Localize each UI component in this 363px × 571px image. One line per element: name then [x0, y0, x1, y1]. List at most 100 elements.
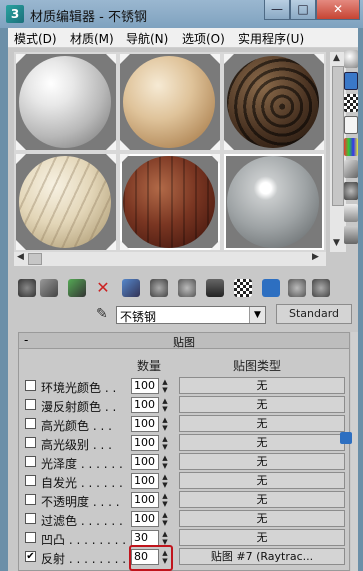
scroll-right-icon[interactable]: ▶	[312, 252, 319, 262]
chevron-down-icon[interactable]: ▼	[249, 307, 265, 323]
rollout-header[interactable]: - 贴图	[19, 333, 349, 349]
slot-corner	[210, 154, 220, 164]
map-enable-checkbox[interactable]	[25, 380, 36, 391]
map-enable-checkbox[interactable]	[25, 418, 36, 429]
map-row: 高光级别 . . . 100 ▲ ▼ 无	[19, 434, 349, 452]
make-unique-icon[interactable]	[150, 279, 168, 297]
slot-corner	[16, 140, 26, 150]
map-enable-checkbox[interactable]	[25, 475, 36, 486]
put-to-library-icon[interactable]	[178, 279, 196, 297]
spinner-icon[interactable]: ▲ ▼	[160, 435, 170, 451]
map-enable-checkbox[interactable]	[25, 494, 36, 505]
minimize-button[interactable]: —	[264, 0, 290, 20]
map-button[interactable]: 无	[179, 396, 345, 413]
spinner-icon[interactable]: ▲ ▼	[160, 416, 170, 432]
menu-utilities[interactable]: 实用程序(U)	[238, 30, 304, 47]
lock-icon[interactable]	[340, 432, 352, 444]
map-button[interactable]: 无	[179, 491, 345, 508]
options-icon[interactable]	[344, 182, 358, 200]
assign-material-icon[interactable]	[68, 279, 86, 297]
video-color-check-icon[interactable]	[344, 138, 358, 156]
map-enable-checkbox[interactable]	[25, 532, 36, 543]
map-row: 漫反射颜色 . . 100 ▲ ▼ 无	[19, 396, 349, 414]
horizontal-scrollbar[interactable]: ◀ ▶	[14, 252, 326, 266]
sample-slot-5[interactable]	[120, 154, 220, 250]
map-button[interactable]: 贴图 #7 (Raytrac...	[179, 548, 345, 565]
show-map-in-viewport-icon[interactable]	[234, 279, 252, 297]
menu-material[interactable]: 材质(M)	[70, 30, 114, 47]
amount-field[interactable]: 100	[131, 397, 159, 413]
spinner-icon[interactable]: ▲ ▼	[160, 530, 170, 546]
reset-map-icon[interactable]: ✕	[94, 279, 112, 297]
sample-slot-6[interactable]	[224, 154, 324, 250]
select-by-material-icon[interactable]	[344, 204, 358, 222]
menu-navigation[interactable]: 导航(N)	[126, 30, 168, 47]
spinner-icon[interactable]: ▲ ▼	[160, 378, 170, 394]
slot-corner	[120, 140, 130, 150]
map-button[interactable]: 无	[179, 472, 345, 489]
map-button[interactable]: 无	[179, 510, 345, 527]
amount-field[interactable]: 100	[131, 416, 159, 432]
go-forward-to-sibling-icon[interactable]	[312, 279, 330, 297]
copy-material-icon[interactable]	[122, 279, 140, 297]
backlight-icon[interactable]	[344, 72, 358, 90]
spinner-icon[interactable]: ▲ ▼	[160, 492, 170, 508]
material-name: 不锈钢	[120, 310, 157, 324]
scroll-thumb[interactable]	[332, 66, 344, 206]
sample-slot-2[interactable]	[120, 54, 220, 150]
map-button[interactable]: 无	[179, 529, 345, 546]
amount-field[interactable]: 100	[131, 492, 159, 508]
material-sphere	[123, 156, 215, 248]
sample-slot-4[interactable]	[16, 154, 116, 250]
close-button[interactable]: ✕	[316, 0, 360, 20]
material-sphere	[19, 156, 111, 248]
show-end-result-icon[interactable]	[262, 279, 280, 297]
amount-field[interactable]: 100	[131, 473, 159, 489]
scroll-left-icon[interactable]: ◀	[17, 252, 24, 262]
spinner-icon[interactable]: ▲ ▼	[160, 473, 170, 489]
background-icon[interactable]	[344, 94, 358, 112]
amount-field[interactable]: 100	[131, 454, 159, 470]
map-button[interactable]: 无	[179, 453, 345, 470]
amount-field[interactable]: 100	[131, 378, 159, 394]
map-enable-checkbox[interactable]	[25, 456, 36, 467]
rollout-scroll-strip[interactable]	[351, 332, 358, 571]
amount-field[interactable]: 30	[131, 530, 159, 546]
uv-tiling-icon[interactable]	[344, 116, 358, 134]
scroll-down-icon[interactable]: ▼	[333, 238, 340, 248]
eyedropper-icon[interactable]: ✎	[96, 306, 114, 324]
map-enable-checkbox[interactable]	[25, 437, 36, 448]
map-enable-checkbox[interactable]: ✔	[25, 551, 36, 562]
get-material-icon[interactable]	[18, 279, 36, 297]
amount-column-header: 数量	[137, 359, 162, 373]
sample-slots: ▲ ▼	[14, 52, 346, 252]
scroll-up-icon[interactable]: ▲	[333, 53, 340, 63]
material-navigator-icon[interactable]	[344, 226, 358, 244]
slot-corner	[106, 240, 116, 250]
sample-slot-3[interactable]	[224, 54, 324, 150]
go-to-parent-icon[interactable]	[288, 279, 306, 297]
spinner-icon[interactable]: ▲ ▼	[160, 511, 170, 527]
map-button[interactable]: 无	[179, 415, 345, 432]
map-button[interactable]: 无	[179, 434, 345, 451]
spinner-icon[interactable]: ▲ ▼	[160, 397, 170, 413]
menu-options[interactable]: 选项(O)	[182, 30, 225, 47]
map-row-label: 过滤色 . . . . . .	[41, 514, 123, 528]
material-type-button[interactable]: Standard	[276, 304, 352, 324]
map-enable-checkbox[interactable]	[25, 513, 36, 524]
map-button[interactable]: 无	[179, 377, 345, 394]
make-preview-icon[interactable]	[344, 160, 358, 178]
scroll-thumb[interactable]	[28, 253, 42, 265]
amount-field[interactable]: 100	[131, 511, 159, 527]
spinner-icon[interactable]: ▲ ▼	[160, 454, 170, 470]
slot-corner	[314, 140, 324, 150]
sample-type-icon[interactable]	[344, 50, 358, 68]
put-to-scene-icon[interactable]	[40, 279, 58, 297]
material-name-field[interactable]: 不锈钢 ▼	[116, 306, 266, 324]
map-enable-checkbox[interactable]	[25, 399, 36, 410]
sample-slot-1[interactable]	[16, 54, 116, 150]
menu-mode[interactable]: 模式(D)	[14, 30, 57, 47]
material-id-icon[interactable]	[206, 279, 224, 297]
amount-field[interactable]: 100	[131, 435, 159, 451]
maximize-button[interactable]: □	[290, 0, 316, 20]
